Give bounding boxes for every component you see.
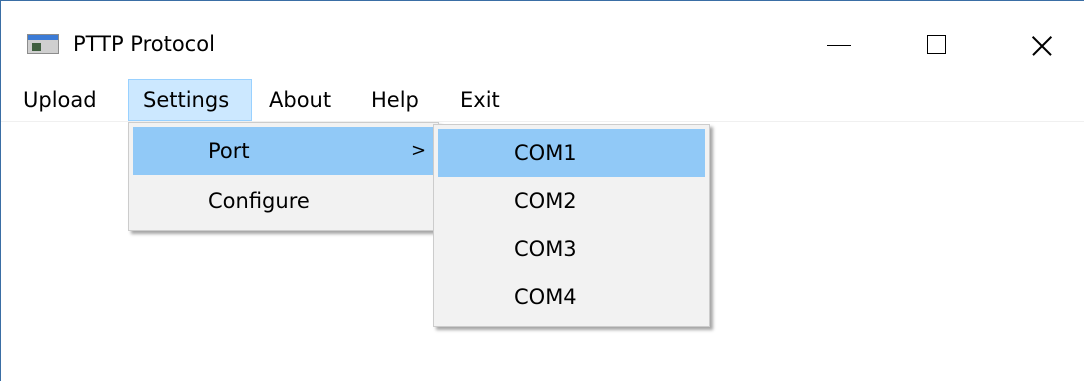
app-window-icon: [27, 34, 59, 54]
menu-item-com3[interactable]: COM3: [438, 225, 705, 273]
maximize-button[interactable]: [912, 25, 962, 65]
minimize-icon: [827, 45, 851, 46]
menu-item-configure[interactable]: Configure: [133, 177, 434, 225]
close-icon: [1029, 33, 1055, 59]
menu-help[interactable]: Help: [363, 79, 427, 121]
menu-item-port-label: Port: [208, 139, 250, 163]
menu-item-port[interactable]: Port >: [133, 127, 434, 175]
chevron-right-icon: >: [411, 140, 427, 161]
minimize-button[interactable]: [815, 25, 865, 65]
menu-bar: Upload Settings About Help Exit: [1, 79, 1084, 122]
window-title: PTTP Protocol: [73, 32, 215, 56]
menu-item-com2-label: COM2: [514, 189, 577, 213]
maximize-icon: [927, 35, 946, 54]
menu-item-com2[interactable]: COM2: [438, 177, 705, 225]
menu-item-configure-label: Configure: [208, 189, 310, 213]
title-bar[interactable]: PTTP Protocol: [1, 1, 1084, 73]
menu-item-com3-label: COM3: [514, 237, 577, 261]
port-submenu: COM1 COM2 COM3 COM4: [433, 124, 710, 327]
menu-upload[interactable]: Upload: [13, 79, 107, 121]
close-button[interactable]: [1017, 25, 1067, 65]
menu-item-com4[interactable]: COM4: [438, 273, 705, 321]
menu-exit[interactable]: Exit: [450, 79, 510, 121]
menu-about[interactable]: About: [259, 79, 341, 121]
menu-item-com4-label: COM4: [514, 285, 577, 309]
menu-item-com1-label: COM1: [514, 141, 577, 165]
menu-item-com1[interactable]: COM1: [438, 129, 705, 177]
app-window: PTTP Protocol Upload Settings About Help…: [0, 0, 1084, 381]
settings-dropdown: Port > Configure: [128, 122, 439, 231]
menu-settings[interactable]: Settings: [128, 79, 252, 121]
